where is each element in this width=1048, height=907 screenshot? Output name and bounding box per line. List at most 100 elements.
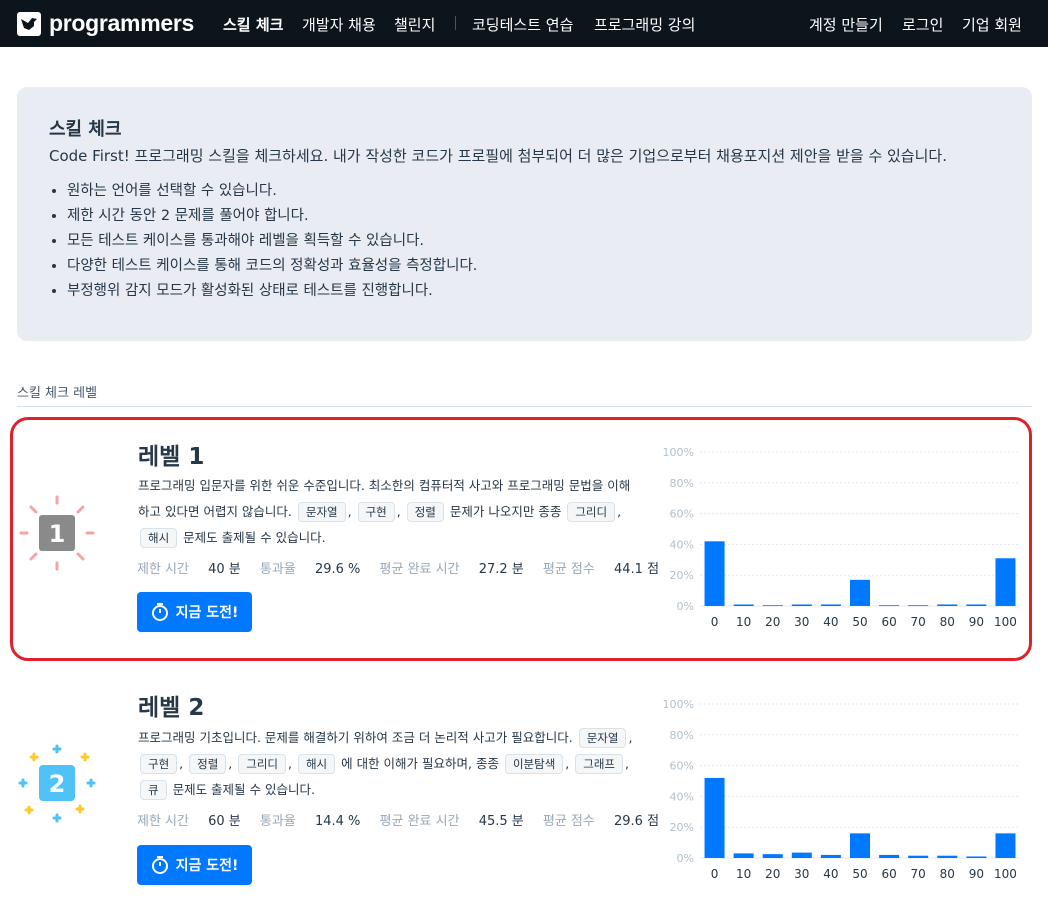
bar	[850, 579, 870, 606]
nav-business[interactable]: 기업 회원	[962, 14, 1022, 35]
bar	[733, 604, 754, 606]
bar	[704, 777, 725, 858]
y-tick-label: 20%	[670, 821, 694, 834]
bar	[850, 833, 870, 858]
top-nav: programmers 스킬 체크 개발자 채용 챌린지 코딩테스트 연습 프로…	[0, 0, 1048, 47]
topic-chip: 구현	[357, 502, 395, 522]
stat-value: 29.6 %	[314, 562, 361, 577]
level-2-challenge-button[interactable]: 지금 도전!	[137, 845, 252, 885]
bar	[995, 833, 1016, 858]
level-1-badge-icon: 1	[17, 493, 97, 573]
stat-label: 평균 점수	[542, 562, 595, 577]
topic-chip: 구현	[140, 754, 178, 774]
button-label: 지금 도전!	[175, 605, 239, 621]
nav-signup[interactable]: 계정 만들기	[809, 14, 883, 35]
topic-chip: 그래프	[575, 754, 623, 774]
bar	[966, 856, 987, 858]
topic-chip: 정렬	[406, 502, 444, 522]
logo-bird-icon	[17, 11, 41, 36]
stat-label: 평균 점수	[542, 814, 595, 829]
topic-chip: 그리디	[567, 502, 616, 522]
topic-chip: 큐	[140, 780, 167, 800]
topic-chip: 문자열	[578, 728, 627, 748]
level-2-desc-text: 프로그래밍 기초입니다. 문제를 해결하기 위하여 조금 더 논리적 사고가 필…	[138, 730, 573, 745]
x-tick-label: 90	[969, 867, 984, 881]
level-2-stats: 제한 시간 60 분 통과율 14.4 % 평균 완료 시간 45.5 분 평균…	[137, 810, 659, 829]
x-tick-label: 0	[711, 615, 719, 629]
intro-panel: 스킬 체크 Code First! 프로그래밍 스킬을 체크하세요. 내가 작성…	[17, 87, 1032, 341]
stopwatch-icon	[151, 603, 168, 621]
nav-login[interactable]: 로그인	[902, 14, 943, 35]
stat-value: 60 분	[208, 814, 241, 829]
y-tick-label: 0%	[677, 600, 694, 613]
bar	[879, 605, 900, 607]
x-tick-label: 30	[794, 615, 809, 629]
bar	[704, 541, 725, 606]
y-tick-label: 40%	[670, 538, 694, 551]
y-tick-label: 60%	[670, 508, 694, 521]
x-tick-label: 100	[994, 615, 1017, 629]
x-tick-label: 40	[823, 867, 838, 881]
bar	[937, 604, 958, 606]
nav-skill-check[interactable]: 스킬 체크	[223, 14, 283, 35]
topic-chip: 정렬	[189, 754, 227, 774]
y-tick-label: 0%	[677, 852, 694, 865]
intro-description: Code First! 프로그래밍 스킬을 체크하세요. 내가 작성한 코드가 …	[49, 147, 947, 165]
x-tick-label: 60	[881, 615, 896, 629]
stat-label: 통과율	[259, 562, 296, 577]
stat-value: 27.2 분	[478, 562, 524, 577]
x-tick-label: 20	[765, 867, 780, 881]
list-item: 부정행위 감지 모드가 활성화된 상태로 테스트를 진행합니다.	[67, 279, 1000, 304]
x-tick-label: 10	[736, 867, 751, 881]
nav-coding-test[interactable]: 코딩테스트 연습	[472, 14, 573, 35]
x-tick-label: 20	[765, 615, 780, 629]
x-tick-label: 80	[940, 615, 955, 629]
logo[interactable]: programmers	[17, 10, 194, 37]
x-tick-label: 50	[852, 867, 867, 881]
bar	[908, 605, 929, 607]
level-2-desc-suffix: 문제도 출제될 수 있습니다.	[172, 782, 315, 797]
level-1-stats: 제한 시간 40 분 통과율 29.6 % 평균 완료 시간 27.2 분 평균…	[137, 558, 659, 577]
level-1-title: 레벨 1	[138, 444, 205, 470]
nav-lectures[interactable]: 프로그래밍 강의	[594, 14, 695, 35]
nav-divider	[455, 16, 456, 30]
level-2-score-chart: 0% 20% 40% 60% 80% 100% 0 10 20 30 40 50 60 70 80 90 100	[663, 698, 1020, 881]
x-tick-label: 50	[852, 615, 867, 629]
x-tick-label: 60	[881, 867, 896, 881]
bar	[820, 854, 841, 858]
x-tick-label: 10	[736, 615, 751, 629]
level-2-badge-icon: 2	[17, 743, 97, 823]
y-tick-label: 100%	[663, 698, 694, 711]
x-tick-label: 100	[994, 867, 1017, 881]
level-1-challenge-button[interactable]: 지금 도전!	[137, 592, 252, 632]
bar	[879, 854, 900, 858]
button-label: 지금 도전!	[175, 858, 239, 874]
topic-chip: 그리디	[238, 754, 286, 774]
stopwatch-icon	[151, 856, 168, 874]
topic-chip: 문자열	[297, 502, 346, 522]
bar	[791, 604, 812, 606]
intro-title: 스킬 체크	[49, 119, 122, 140]
topic-chip: 해시	[297, 754, 336, 774]
y-tick-label: 80%	[670, 729, 694, 742]
section-divider	[17, 406, 1032, 407]
stat-value: 45.5 분	[478, 814, 524, 829]
stat-value: 44.1 점	[614, 562, 660, 577]
stat-label: 평균 완료 시간	[379, 562, 460, 577]
stat-label: 제한 시간	[137, 814, 189, 829]
level-2-title: 레벨 2	[138, 695, 205, 721]
bar	[762, 605, 783, 607]
intro-bullets: 원하는 언어를 선택할 수 있습니다. 제한 시간 동안 2 문제를 풀어야 합…	[49, 179, 1000, 304]
y-tick-label: 80%	[670, 477, 694, 490]
bar	[733, 853, 754, 858]
y-tick-label: 60%	[670, 760, 694, 773]
nav-jobs[interactable]: 개발자 채용	[302, 14, 376, 35]
bar	[966, 604, 987, 606]
list-item: 다양한 테스트 케이스를 통해 코드의 정확성과 효율성을 측정합니다.	[67, 254, 1000, 279]
list-item: 제한 시간 동안 2 문제를 풀어야 합니다.	[67, 204, 1000, 229]
x-tick-label: 70	[911, 867, 926, 881]
nav-challenge[interactable]: 챌린지	[394, 14, 435, 35]
stat-label: 통과율	[259, 814, 296, 829]
logo-text: programmers	[49, 10, 194, 36]
y-tick-label: 100%	[663, 446, 694, 459]
